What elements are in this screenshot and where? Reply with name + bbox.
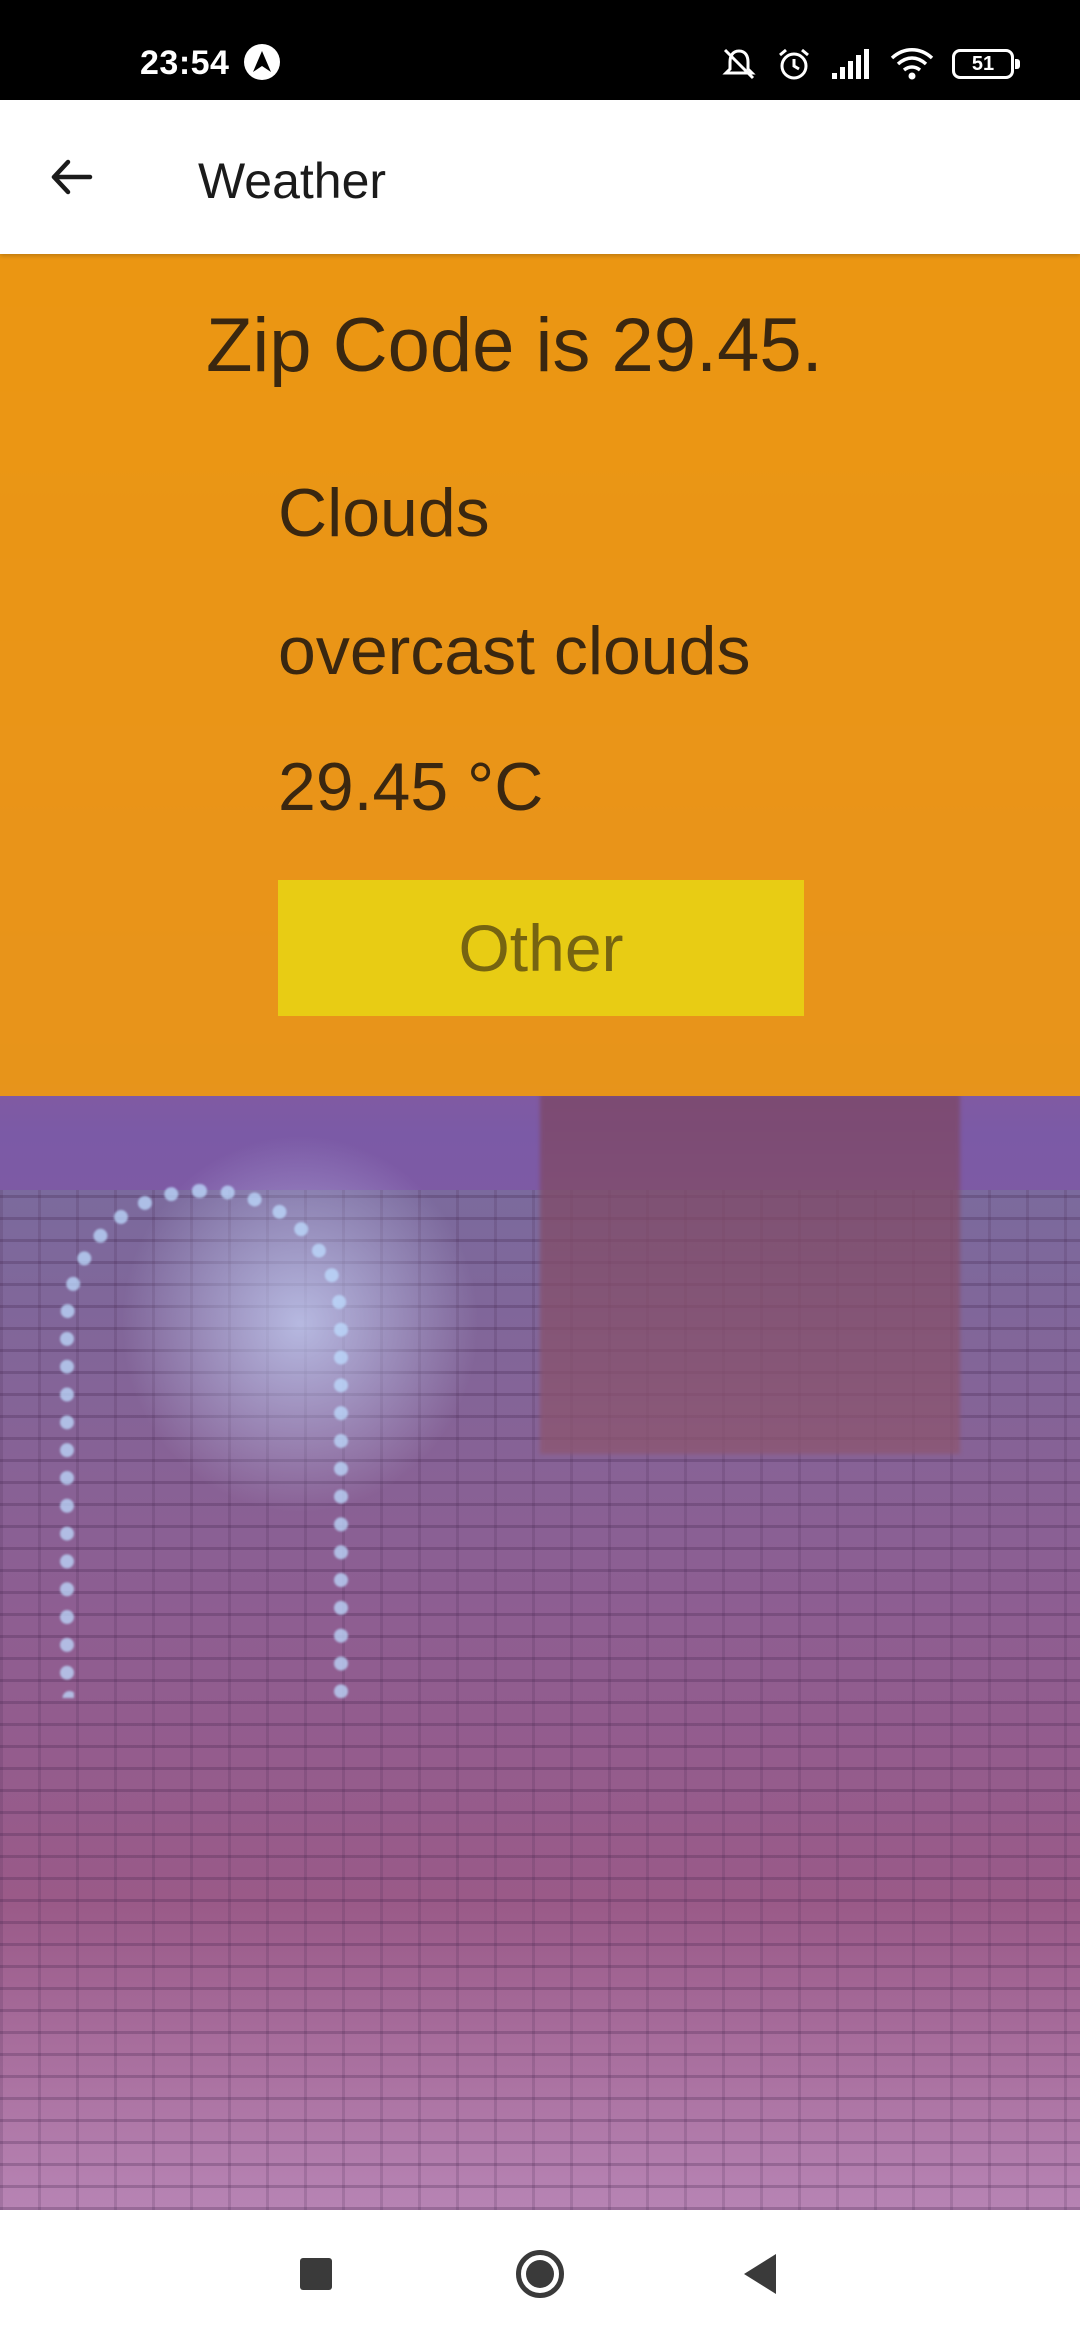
nav-arrow-icon (244, 44, 280, 80)
battery-level: 51 (971, 53, 995, 75)
mute-icon (720, 46, 758, 82)
background-arch (60, 1184, 348, 1698)
status-icons: 51 (720, 44, 1020, 84)
signal-icon (830, 47, 872, 81)
home-dot (526, 2260, 554, 2288)
weather-temperature: 29.45 °C (278, 749, 544, 825)
recents-square-icon[interactable] (300, 2258, 332, 2290)
home-circle-icon[interactable] (516, 2250, 564, 2298)
battery-icon: 51 (952, 49, 1020, 79)
wifi-icon (890, 47, 934, 81)
status-time: 23:54 (140, 44, 230, 82)
weather-panel: Zip Code is 29.45. Clouds overcast cloud… (0, 254, 1080, 1096)
back-button[interactable] (30, 136, 112, 218)
screen: 23:54 51 Weather Zip Code is 29.45. Clou… (0, 0, 1080, 2340)
zip-code-text: Zip Code is 29.45. (206, 303, 823, 388)
alarm-icon (776, 46, 812, 82)
background-building (540, 1094, 960, 1454)
app-bar: Weather (0, 100, 1080, 254)
page-title: Weather (198, 153, 387, 209)
weather-main: Clouds (278, 475, 490, 551)
navigation-bar (0, 2210, 1080, 2340)
arrow-left-icon (51, 159, 93, 195)
other-button[interactable]: Other (278, 880, 804, 1016)
weather-description: overcast clouds (278, 613, 751, 689)
back-triangle-icon[interactable] (744, 2254, 776, 2294)
status-bar: 23:54 51 (0, 0, 1080, 100)
